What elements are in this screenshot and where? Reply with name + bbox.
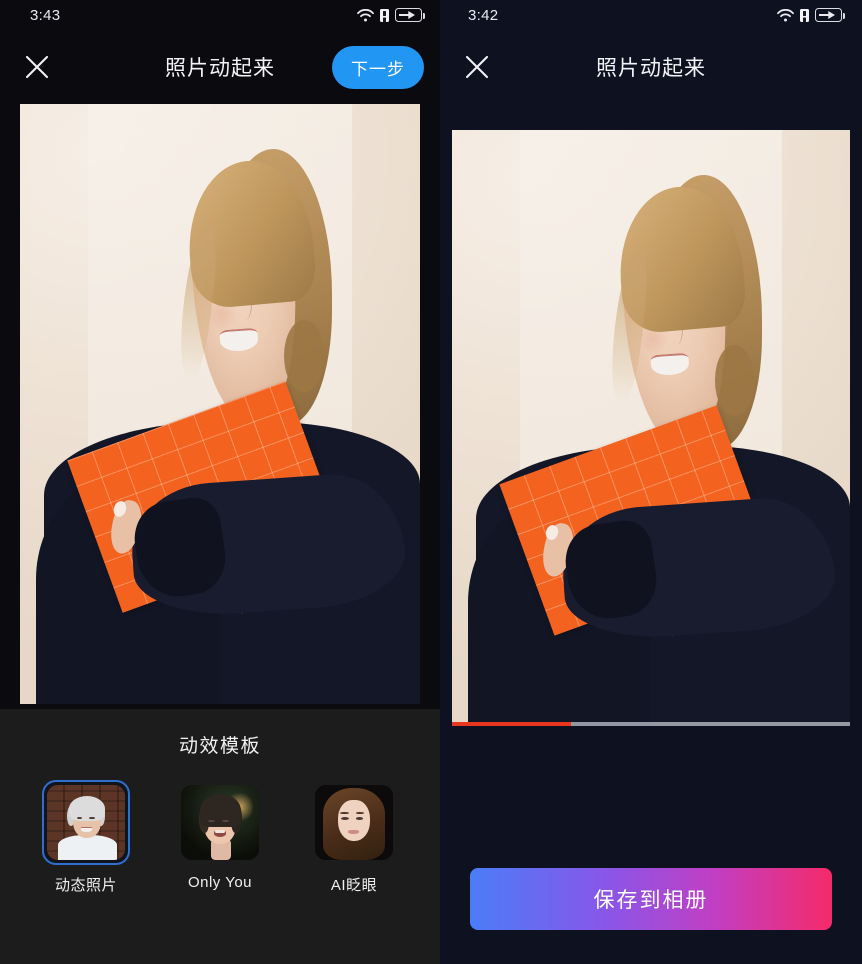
result-video[interactable] [452, 130, 850, 726]
video-stage [440, 104, 862, 840]
alert-icon [800, 8, 809, 22]
template-section-title: 动效模板 [178, 736, 261, 757]
template-thumbnail-wrapper [310, 780, 398, 865]
close-icon[interactable] [16, 46, 58, 88]
template-item-ai-blink[interactable]: AI眨眼 [310, 780, 398, 895]
template-thumbnail-1 [47, 785, 125, 860]
page-title: 照片动起来 [596, 57, 706, 80]
save-area: 保存到相册 [440, 840, 862, 964]
template-label: 动态照片 [54, 877, 117, 894]
template-item-only-you[interactable]: Only You [176, 780, 264, 895]
nav-bar-right: 照片动起来 [440, 30, 862, 104]
template-thumbnail-3 [315, 785, 393, 860]
template-label: AI眨眼 [330, 877, 378, 894]
template-item-dongtaizhaopian[interactable]: 动态照片 [42, 780, 130, 895]
status-time: 3:43 [30, 6, 61, 24]
alert-icon [380, 8, 389, 22]
battery-charging-icon [395, 8, 425, 22]
hair-bun [714, 344, 755, 417]
status-icons [777, 8, 845, 22]
photo-stage-left [0, 104, 440, 709]
save-to-album-button[interactable]: 保存到相册 [470, 868, 832, 930]
portrait-illustration [452, 130, 850, 726]
status-bar-right: 3:42 [440, 0, 862, 30]
status-bar-left: 3:43 [0, 0, 440, 30]
video-progress-bar[interactable] [452, 722, 850, 726]
template-thumbnail-wrapper [176, 780, 264, 865]
left-screen: 3:43 照片动起来 下一步 动效模板 动态照片 Only You AI眨眼 [0, 0, 440, 964]
template-thumbnail-2 [181, 785, 259, 860]
template-label: Only You [187, 874, 253, 891]
battery-charging-icon [815, 8, 845, 22]
template-thumbnail-wrapper [42, 780, 130, 865]
dual-screenshot-container: 3:43 照片动起来 下一步 动效模板 动态照片 Only You AI眨眼 3… [0, 0, 862, 964]
nav-bar-left: 照片动起来 下一步 [0, 30, 440, 104]
status-time: 3:42 [468, 6, 499, 24]
source-photo[interactable] [20, 104, 420, 704]
template-panel: 动效模板 动态照片 Only You AI眨眼 [0, 709, 440, 964]
template-list: 动态照片 Only You AI眨眼 [0, 780, 440, 895]
wifi-icon [777, 8, 794, 22]
hair-bun [284, 320, 324, 392]
wifi-icon [357, 8, 374, 22]
close-icon[interactable] [456, 46, 498, 88]
status-icons [357, 8, 425, 22]
next-step-button[interactable]: 下一步 [332, 45, 424, 89]
video-progress-fill [452, 722, 572, 726]
right-screen: 3:42 照片动起来 保存到相册 [440, 0, 862, 964]
portrait-illustration [20, 104, 420, 704]
